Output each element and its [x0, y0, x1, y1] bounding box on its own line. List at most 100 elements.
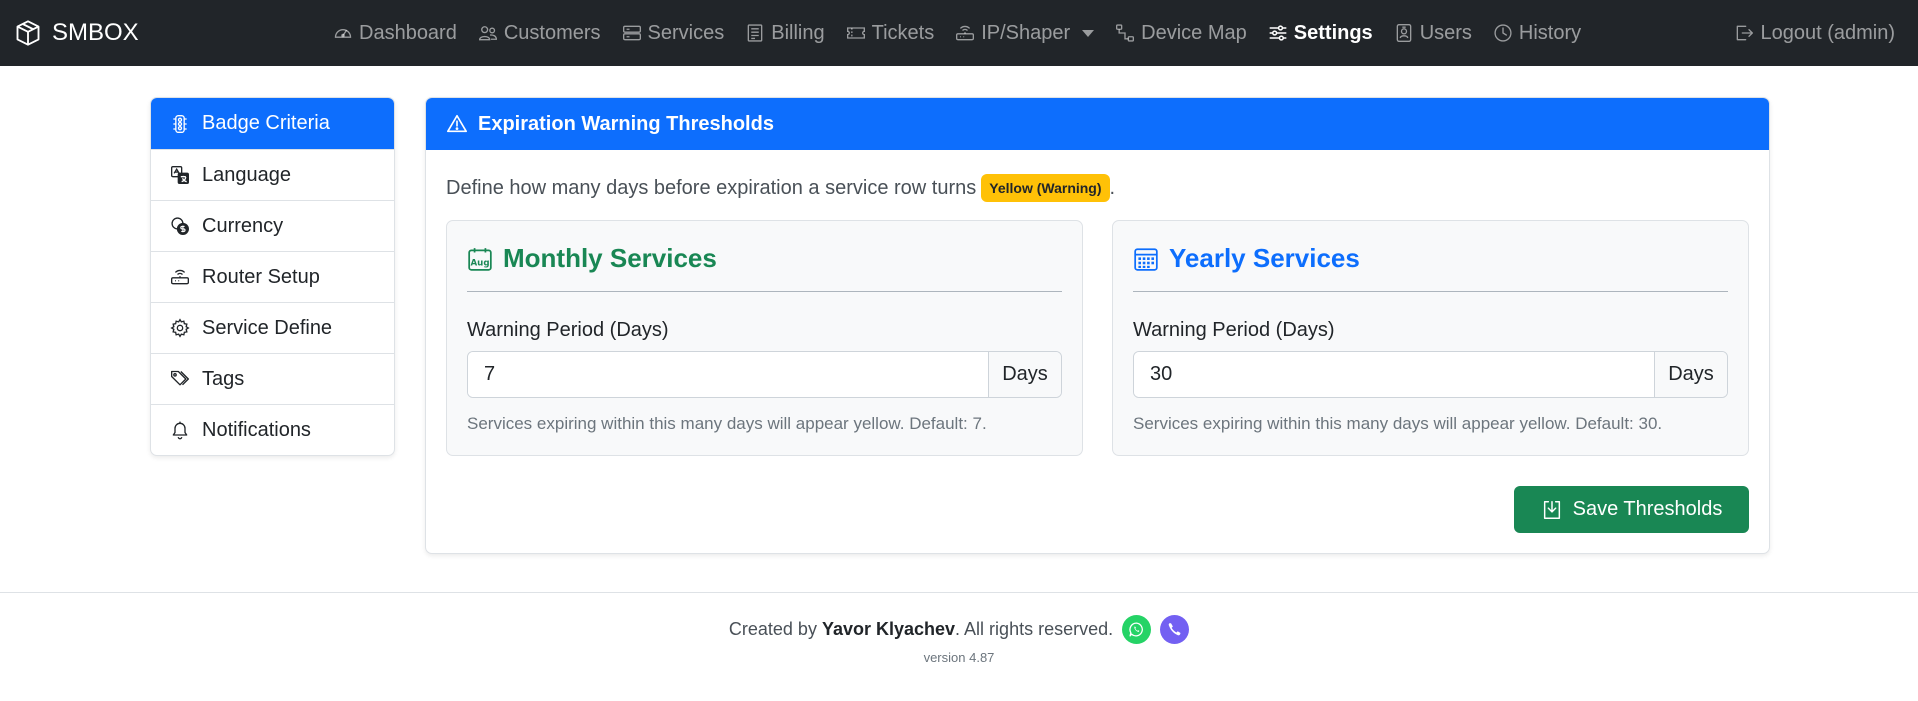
nav-label: Dashboard: [359, 21, 457, 44]
coins-icon: [171, 217, 189, 235]
nav-label: Device Map: [1141, 21, 1247, 44]
bell-icon: [172, 421, 188, 440]
download-icon: [1543, 500, 1560, 519]
nav-device-map[interactable]: Device Map: [1115, 22, 1247, 45]
viber-icon[interactable]: [1160, 615, 1190, 644]
version-text: version 4.87: [923, 650, 995, 665]
sidebar-item-label: Badge Criteria: [202, 112, 330, 134]
sidebar-item-badge-criteria[interactable]: Badge Criteria: [151, 98, 394, 149]
card-description: Define how many days before expiration a…: [446, 174, 1115, 202]
clock-icon: [1494, 24, 1512, 42]
sidebar-item-router-setup[interactable]: Router Setup: [151, 251, 394, 302]
nav-label: Users: [1419, 21, 1472, 44]
sidebar-item-label: Currency: [202, 214, 284, 237]
tags-icon: [171, 370, 189, 386]
logout-link[interactable]: Logout (admin): [1734, 0, 1895, 66]
warning-badge: Yellow (Warning): [981, 174, 1110, 202]
receipt-icon: [747, 24, 763, 42]
monthly-help-text: Services expiring within this many days …: [467, 414, 987, 433]
description-end: .: [1109, 176, 1116, 199]
ticket-icon: [846, 27, 865, 39]
save-thresholds-button[interactable]: Save Thresholds: [1514, 486, 1749, 533]
warning-triangle-icon: [447, 114, 467, 133]
monthly-warning-input[interactable]: [468, 352, 988, 397]
sidebar-item-language[interactable]: Language: [151, 149, 394, 200]
gear-icon: [170, 318, 190, 338]
sidebar-item-label: Notifications: [202, 418, 311, 441]
logout-icon: [1737, 25, 1754, 41]
yearly-warning-input-group: Days: [1133, 351, 1728, 398]
nav-tickets[interactable]: Tickets: [846, 21, 935, 45]
people-icon: [478, 26, 497, 41]
nav-label: Tickets: [871, 21, 935, 44]
calendar-year-icon: [1134, 247, 1158, 271]
days-addon: Days: [1654, 352, 1727, 397]
person-badge-icon: [1396, 24, 1412, 42]
thresholds-card: Expiration Warning Thresholds Define how…: [425, 97, 1770, 554]
top-navbar: SMBOX Dashboard Customers Services Billi…: [0, 0, 1918, 66]
days-addon: Days: [988, 352, 1061, 397]
settings-sidebar: Badge Criteria Language Currency Router …: [150, 97, 395, 456]
calendar-month-icon: Aug: [468, 247, 492, 271]
yearly-warning-input[interactable]: [1134, 352, 1654, 397]
sidebar-item-label: Tags: [202, 367, 245, 390]
sliders-icon: [1269, 25, 1287, 41]
main-nav: Dashboard Customers Services Billing Tic…: [333, 0, 1602, 66]
yearly-services-panel: Yearly Services Warning Period (Days) Da…: [1112, 220, 1749, 456]
sidebar-item-tags[interactable]: Tags: [151, 353, 394, 404]
footer-credits: Created by Yavor Klyachev . All rights r…: [0, 615, 1918, 644]
router-icon: [956, 25, 975, 41]
divider: [1133, 291, 1728, 292]
nav-label: IP/Shaper: [981, 21, 1071, 44]
nav-dashboard[interactable]: Dashboard: [333, 22, 457, 45]
yearly-warning-label: Warning Period (Days): [1133, 319, 1335, 341]
sidebar-item-notifications[interactable]: Notifications: [151, 404, 394, 455]
nav-users[interactable]: Users: [1394, 22, 1472, 45]
nav-settings[interactable]: Settings: [1268, 22, 1373, 45]
sidebar-item-label: Language: [202, 163, 291, 186]
footer: Created by Yavor Klyachev . All rights r…: [0, 592, 1918, 701]
nav-services[interactable]: Services: [622, 21, 725, 45]
yearly-help-text: Services expiring within this many days …: [1133, 414, 1663, 433]
nav-label: Services: [647, 21, 725, 44]
yearly-title: Yearly Services: [1133, 243, 1360, 274]
nav-label: Billing: [771, 21, 825, 44]
card-header: Expiration Warning Thresholds: [426, 98, 1769, 150]
description-text: Define how many days before expiration a…: [446, 176, 977, 199]
translate-icon: [171, 166, 189, 184]
divider: [467, 291, 1062, 292]
card-title: Expiration Warning Thresholds: [478, 112, 774, 135]
nav-label: Customers: [503, 21, 601, 44]
sidebar-item-label: Router Setup: [202, 265, 320, 288]
monthly-warning-input-group: Days: [467, 351, 1062, 398]
yearly-title-text: Yearly Services: [1169, 243, 1360, 273]
monthly-services-panel: Aug Monthly Services Warning Period (Day…: [446, 220, 1083, 456]
nav-history[interactable]: History: [1493, 22, 1581, 45]
rights-text: . All rights reserved.: [955, 619, 1114, 639]
nav-label: Settings: [1293, 21, 1373, 44]
monthly-title: Aug Monthly Services: [467, 243, 717, 274]
traffic-light-icon: [173, 114, 187, 133]
save-button-label: Save Thresholds: [1572, 498, 1723, 520]
box-icon: [16, 20, 40, 46]
brand-name: SMBOX: [52, 19, 139, 46]
nav-billing[interactable]: Billing: [745, 21, 825, 45]
author-name: Yavor Klyachev: [821, 619, 956, 639]
brand[interactable]: SMBOX: [14, 19, 139, 47]
nav-label: History: [1518, 21, 1582, 44]
router-icon: [171, 269, 189, 285]
nav-ip-shaper[interactable]: IP/Shaper: [955, 21, 1095, 45]
monthly-title-text: Monthly Services: [503, 243, 717, 273]
diagram-icon: [1116, 24, 1135, 42]
created-by-text: Created by: [728, 619, 817, 639]
logout-label: Logout (admin): [1760, 21, 1895, 44]
nav-customers[interactable]: Customers: [478, 22, 601, 45]
sidebar-item-label: Service Define: [202, 316, 333, 339]
whatsapp-icon[interactable]: [1122, 615, 1152, 644]
caret-down-icon: [1082, 29, 1095, 37]
sidebar-item-service-define[interactable]: Service Define: [151, 302, 394, 353]
sidebar-item-currency[interactable]: Currency: [151, 200, 394, 251]
server-icon: [622, 25, 641, 41]
speedometer-icon: [334, 29, 352, 38]
svg-text:Aug: Aug: [470, 258, 489, 268]
